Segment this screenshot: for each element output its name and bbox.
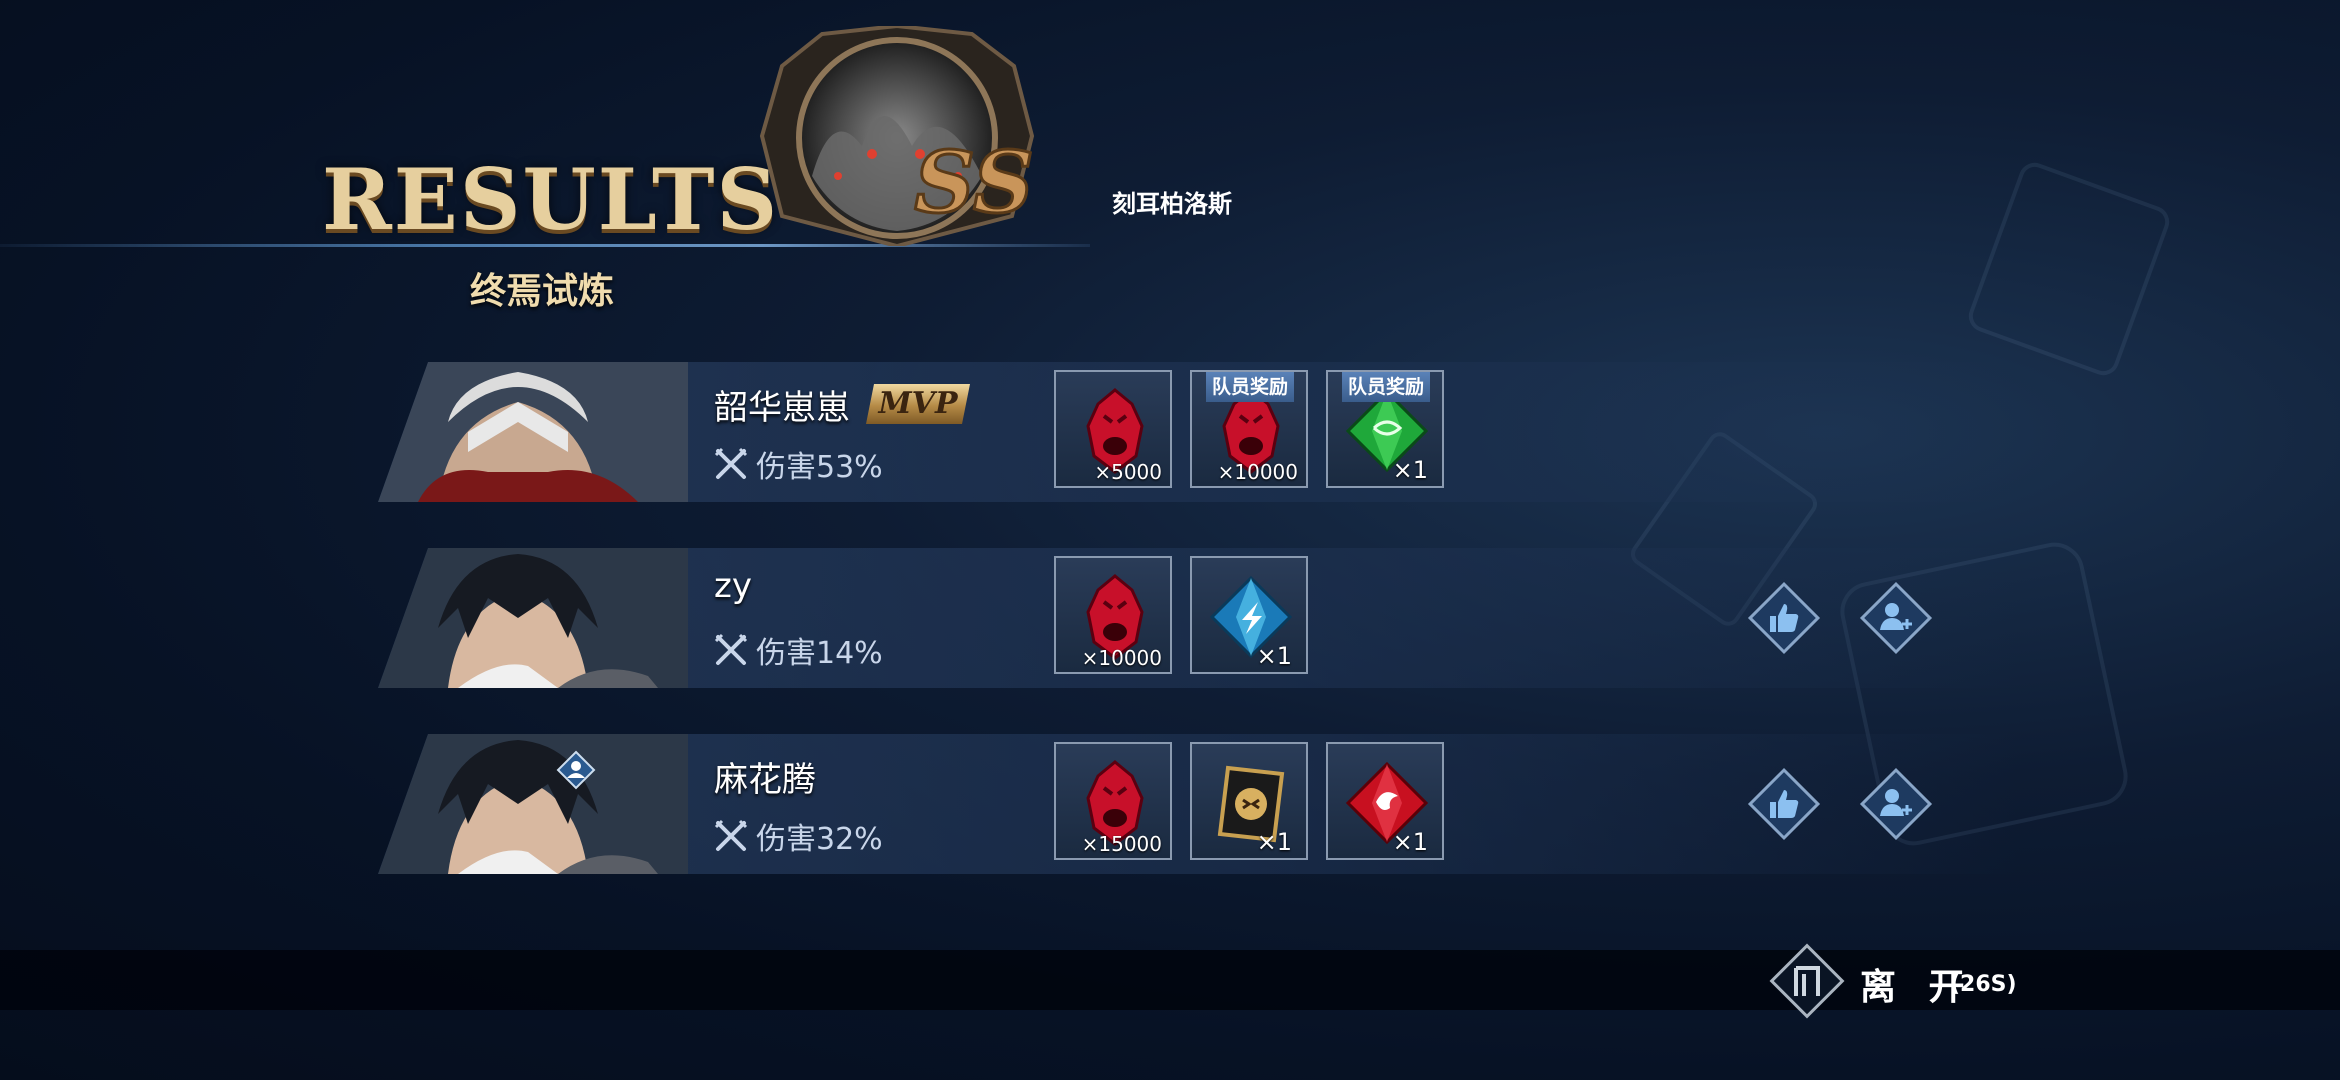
like-button[interactable] [1746,766,1822,842]
damage-stat: 伤害14% [714,628,883,672]
reward-quantity: ×10000 [1081,646,1162,670]
damage-stat: 伤害32% [714,814,883,858]
reward-item[interactable]: 队员奖励 ×10000 [1190,370,1308,488]
crossed-swords-icon [714,447,748,479]
player-row: zy 伤害14% ×10000 ×1 [378,548,2018,688]
reward-quantity: ×15000 [1081,832,1162,856]
crossed-swords-icon [714,633,748,665]
captain-icon [556,750,596,790]
player-name: 韶华崽崽 [714,388,850,428]
like-button[interactable] [1746,580,1822,656]
leave-countdown: (26S) [1950,972,2017,997]
crossed-swords-icon [714,819,748,851]
player-row: 麻花腾 伤害32% ×15000 ×1 ×1 [378,734,2018,874]
reward-quantity: ×1 [1256,642,1292,670]
mvp-badge: MVP [866,384,970,424]
reward-quantity: ×1 [1256,828,1292,856]
trial-name: 终焉试炼 [470,270,615,312]
player-portrait [378,734,688,874]
reward-quantity: ×1 [1392,456,1428,484]
player-name: zy [714,566,752,606]
reward-quantity: ×1 [1392,828,1428,856]
reward-item[interactable]: ×10000 [1054,556,1172,674]
leave-button[interactable] [1764,938,1850,1024]
team-reward-tag: 队员奖励 [1342,372,1430,402]
player-name: 麻花腾 [714,760,816,800]
player-portrait [378,362,688,502]
team-reward-tag: 队员奖励 [1206,372,1294,402]
boss-name: 刻耳柏洛斯 [1112,190,1232,218]
reward-item[interactable]: ×1 [1326,742,1444,860]
player-row: 韶华崽崽 MVP 伤害53% ×5000 队员奖励 ×10000 队员奖励 ×1 [378,362,2018,502]
reward-quantity: ×5000 [1094,460,1162,484]
reward-item[interactable]: ×15000 [1054,742,1172,860]
background-glyph [1964,158,2174,380]
reward-item[interactable]: ×1 [1190,742,1308,860]
add-friend-button[interactable] [1858,580,1934,656]
damage-label: 伤害32% [756,822,883,857]
reward-item[interactable]: 队员奖励 ×1 [1326,370,1444,488]
damage-label: 伤害53% [756,450,883,485]
reward-quantity: ×10000 [1217,460,1298,484]
damage-label: 伤害14% [756,636,883,671]
results-title: RESULTS [322,150,780,249]
rank-badge: SS [914,133,1033,232]
reward-item[interactable]: ×1 [1190,556,1308,674]
reward-item[interactable]: ×5000 [1054,370,1172,488]
damage-stat: 伤害53% [714,442,883,486]
player-portrait [378,548,688,688]
boss-emblem: SS [759,26,1035,246]
add-friend-button[interactable] [1858,766,1934,842]
